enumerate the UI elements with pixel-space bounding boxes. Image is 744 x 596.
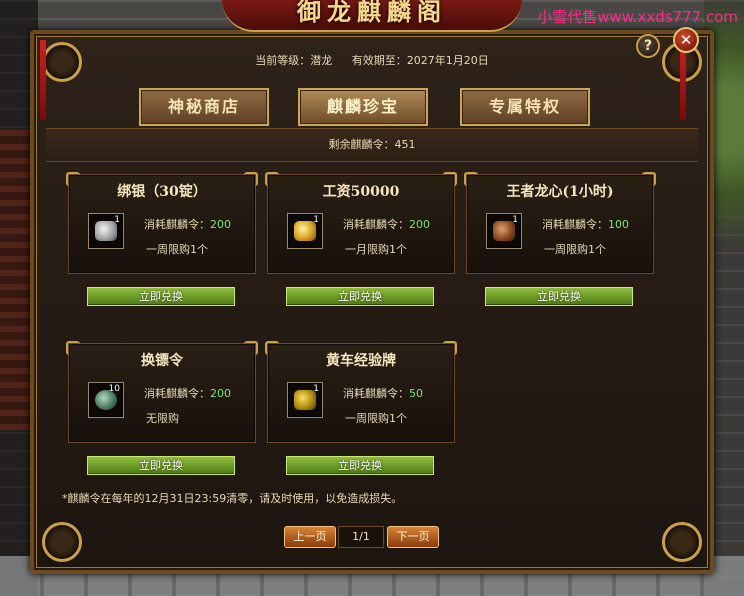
escort-token-icon[interactable]: 10 — [88, 382, 124, 418]
item-name: 绑银（30锭） — [117, 184, 207, 200]
tab-bar: 神秘商店 麒麟珍宝 专属特权 — [0, 88, 744, 126]
gold-coins-icon[interactable]: 1 — [287, 213, 323, 249]
item-cost: 消耗麒麟令：200 — [144, 385, 231, 401]
item-quantity: 1 — [313, 384, 319, 394]
item-card: 绑银（30锭） 1 消耗麒麟令：200 一周限购1个 — [66, 172, 258, 274]
item-cost: 消耗麒麟令：200 — [343, 216, 430, 232]
help-button[interactable]: ? — [636, 34, 660, 58]
cost-value: 50 — [409, 387, 423, 400]
item-name: 工资50000 — [322, 184, 400, 200]
redeem-button[interactable]: 立即兑换 — [87, 456, 235, 475]
close-button[interactable]: ✕ — [673, 27, 699, 53]
item-quantity: 10 — [108, 384, 120, 394]
purchase-limit: 无限购 — [146, 412, 179, 425]
corner-ornament — [662, 522, 702, 562]
item-card: 工资50000 1 消耗麒麟令：200 一月限购1个 — [265, 172, 457, 274]
cost-value: 200 — [210, 387, 231, 400]
purchase-limit: 一周限购1个 — [146, 243, 208, 256]
item-name: 换镖令 — [141, 353, 183, 369]
watermark-text: 小雪代售www.xxds777.com — [537, 8, 738, 26]
yellow-cart-card-icon[interactable]: 1 — [287, 382, 323, 418]
item-cost: 消耗麒麟令：200 — [144, 216, 231, 232]
redeem-button[interactable]: 立即兑换 — [87, 287, 235, 306]
dragon-heart-icon[interactable]: 1 — [486, 213, 522, 249]
background-building — [0, 130, 32, 430]
purchase-limit: 一月限购1个 — [345, 243, 407, 256]
silver-ingot-icon[interactable]: 1 — [88, 213, 124, 249]
redeem-button[interactable]: 立即兑换 — [286, 456, 434, 475]
next-page-button[interactable]: 下一页 — [387, 526, 439, 548]
remaining-tokens: 剩余麒麟令：451 — [46, 128, 698, 162]
tab-qilin-treasures[interactable]: 麒麟珍宝 — [298, 88, 428, 126]
page-indicator: 1/1 — [338, 526, 384, 548]
tab-exclusive-privileges[interactable]: 专属特权 — [460, 88, 590, 126]
redeem-button[interactable]: 立即兑换 — [485, 287, 633, 306]
item-card: 换镖令 10 消耗麒麟令：200 无限购 — [66, 341, 258, 443]
cost-label: 消耗麒麟令： — [144, 218, 210, 231]
cost-value: 200 — [409, 218, 430, 231]
item-name: 王者龙心(1小时) — [506, 184, 614, 200]
cost-label: 消耗麒麟令： — [542, 218, 608, 231]
cost-label: 消耗麒麟令： — [144, 387, 210, 400]
dialog-title: 御龙麒麟阁 — [222, 0, 522, 32]
redeem-button[interactable]: 立即兑换 — [286, 287, 434, 306]
cost-value: 100 — [608, 218, 629, 231]
current-level-label: 当前等级：潜龙 — [255, 54, 333, 67]
item-quantity: 1 — [512, 215, 518, 225]
corner-ornament — [42, 42, 82, 82]
item-card: 黄车经验牌 1 消耗麒麟令：50 一周限购1个 — [265, 341, 457, 443]
item-quantity: 1 — [114, 215, 120, 225]
vip-info-bar: 当前等级：潜龙 有效期至：2027年1月20日 — [180, 52, 564, 68]
item-cost: 消耗麒麟令：100 — [542, 216, 629, 232]
item-card: 王者龙心(1小时) 1 消耗麒麟令：100 一周限购1个 — [464, 172, 656, 274]
cost-label: 消耗麒麟令： — [343, 387, 409, 400]
corner-ornament — [42, 522, 82, 562]
purchase-limit: 一周限购1个 — [345, 412, 407, 425]
cost-label: 消耗麒麟令： — [343, 218, 409, 231]
cost-value: 200 — [210, 218, 231, 231]
prev-page-button[interactable]: 上一页 — [284, 526, 336, 548]
item-name: 黄车经验牌 — [326, 353, 396, 369]
purchase-limit: 一周限购1个 — [544, 243, 606, 256]
reset-notice: *麒麟令在每年的12月31日23:59清零，请及时使用，以免造成损失。 — [62, 492, 403, 505]
item-cost: 消耗麒麟令：50 — [343, 385, 423, 401]
expiry-date-label: 有效期至：2027年1月20日 — [351, 54, 489, 67]
item-quantity: 1 — [313, 215, 319, 225]
tab-mystery-shop[interactable]: 神秘商店 — [139, 88, 269, 126]
